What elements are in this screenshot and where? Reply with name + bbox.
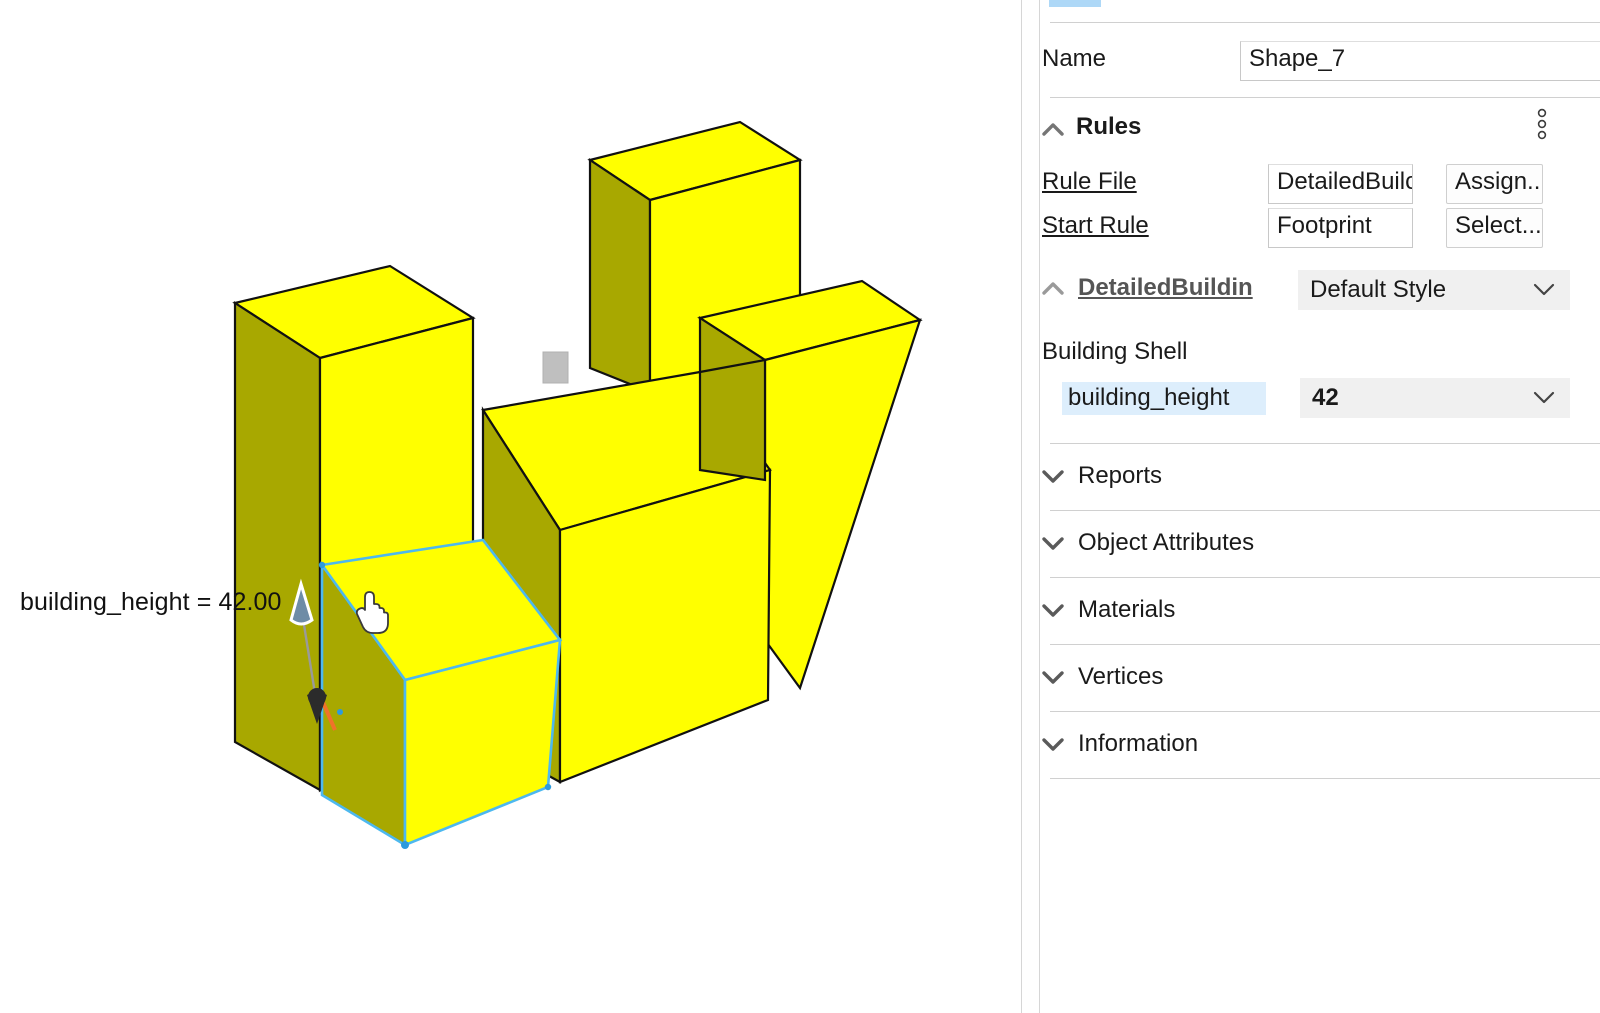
rules-collapse-icon[interactable]: [1040, 117, 1066, 143]
separator-after-name: [1050, 97, 1600, 98]
building-shell-label: Building Shell: [1042, 338, 1187, 366]
style-dropdown[interactable]: Default Style: [1298, 270, 1570, 310]
section-object-attributes-icon[interactable]: [1040, 530, 1066, 556]
rule-file-input[interactable]: DetailedBuilc: [1268, 164, 1413, 204]
chevron-down-icon: [1532, 384, 1556, 412]
rule-file-label[interactable]: Rule File: [1042, 168, 1137, 196]
separator-after-params: [1050, 443, 1600, 444]
separator-materials: [1050, 644, 1600, 645]
separator-information: [1050, 778, 1600, 779]
section-information-icon[interactable]: [1040, 731, 1066, 757]
assign-button[interactable]: Assign...: [1446, 164, 1543, 204]
selected-tab-underline[interactable]: [1049, 0, 1101, 7]
separator-reports: [1050, 510, 1600, 511]
section-vertices-label[interactable]: Vertices: [1078, 663, 1163, 691]
chevron-down-icon: [1532, 276, 1556, 304]
building-model-3d[interactable]: [0, 0, 1021, 1013]
kebab-menu-icon[interactable]: [1535, 108, 1549, 142]
style-dropdown-value: Default Style: [1310, 276, 1446, 304]
name-input[interactable]: Shape_7: [1240, 41, 1600, 81]
rule-group-collapse-icon[interactable]: [1040, 276, 1066, 302]
inspector-panel: Name Shape_7 Rules Rule File DetailedBui…: [1040, 0, 1600, 1013]
mass-right-mid[interactable]: [700, 360, 765, 480]
section-materials-icon[interactable]: [1040, 597, 1066, 623]
parameter-name-building-height[interactable]: building_height: [1062, 382, 1266, 415]
panel-gutter: [1022, 0, 1039, 1013]
select-button[interactable]: Select...: [1446, 208, 1543, 248]
section-reports-label[interactable]: Reports: [1078, 462, 1162, 490]
parameter-value: 42: [1312, 384, 1339, 412]
separator-vertices: [1050, 711, 1600, 712]
section-object-attributes-label[interactable]: Object Attributes: [1078, 529, 1254, 557]
section-materials-label[interactable]: Materials: [1078, 596, 1175, 624]
separator-top: [1050, 22, 1600, 23]
parameter-value-dropdown[interactable]: 42: [1300, 378, 1570, 418]
section-reports-icon[interactable]: [1040, 463, 1066, 489]
rules-title: Rules: [1076, 113, 1141, 141]
separator-object-attributes: [1050, 577, 1600, 578]
height-annotation-label: building_height = 42.00: [20, 588, 282, 617]
model-viewport[interactable]: building_height = 42.00: [0, 0, 1021, 1013]
section-information-label[interactable]: Information: [1078, 730, 1198, 758]
viewport-divider-left[interactable]: [1021, 0, 1022, 1013]
start-rule-label[interactable]: Start Rule: [1042, 212, 1149, 240]
rule-group-title[interactable]: DetailedBuildin: [1078, 274, 1253, 302]
start-rule-input[interactable]: Footprint: [1268, 208, 1413, 248]
name-label: Name: [1042, 45, 1106, 73]
section-vertices-icon[interactable]: [1040, 664, 1066, 690]
